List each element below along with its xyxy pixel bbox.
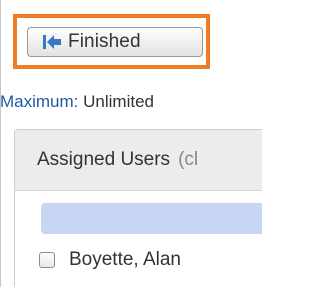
maximum-value: Unlimited	[83, 92, 154, 111]
assigned-users-title: Assigned Users	[37, 149, 171, 170]
maximum-row: Maximum: Unlimited	[0, 92, 154, 112]
user-name: Boyette, Alan	[69, 249, 181, 270]
assigned-users-header: Assigned Users (cl	[15, 130, 262, 191]
page: Finished Maximum: Unlimited Assigned Use…	[0, 0, 262, 287]
user-row[interactable]: Boyette, Alan	[39, 249, 181, 271]
finished-label: Finished	[68, 31, 141, 52]
finished-button[interactable]: Finished	[27, 27, 203, 57]
select-all-bar[interactable]	[41, 203, 262, 234]
maximum-label: Maximum:	[0, 92, 79, 111]
assigned-users-hint: (cl	[178, 149, 199, 170]
skip-to-start-icon	[43, 35, 61, 49]
assigned-users-panel: Assigned Users (cl Boyette, Alan	[14, 129, 262, 287]
user-checkbox[interactable]	[39, 252, 55, 268]
